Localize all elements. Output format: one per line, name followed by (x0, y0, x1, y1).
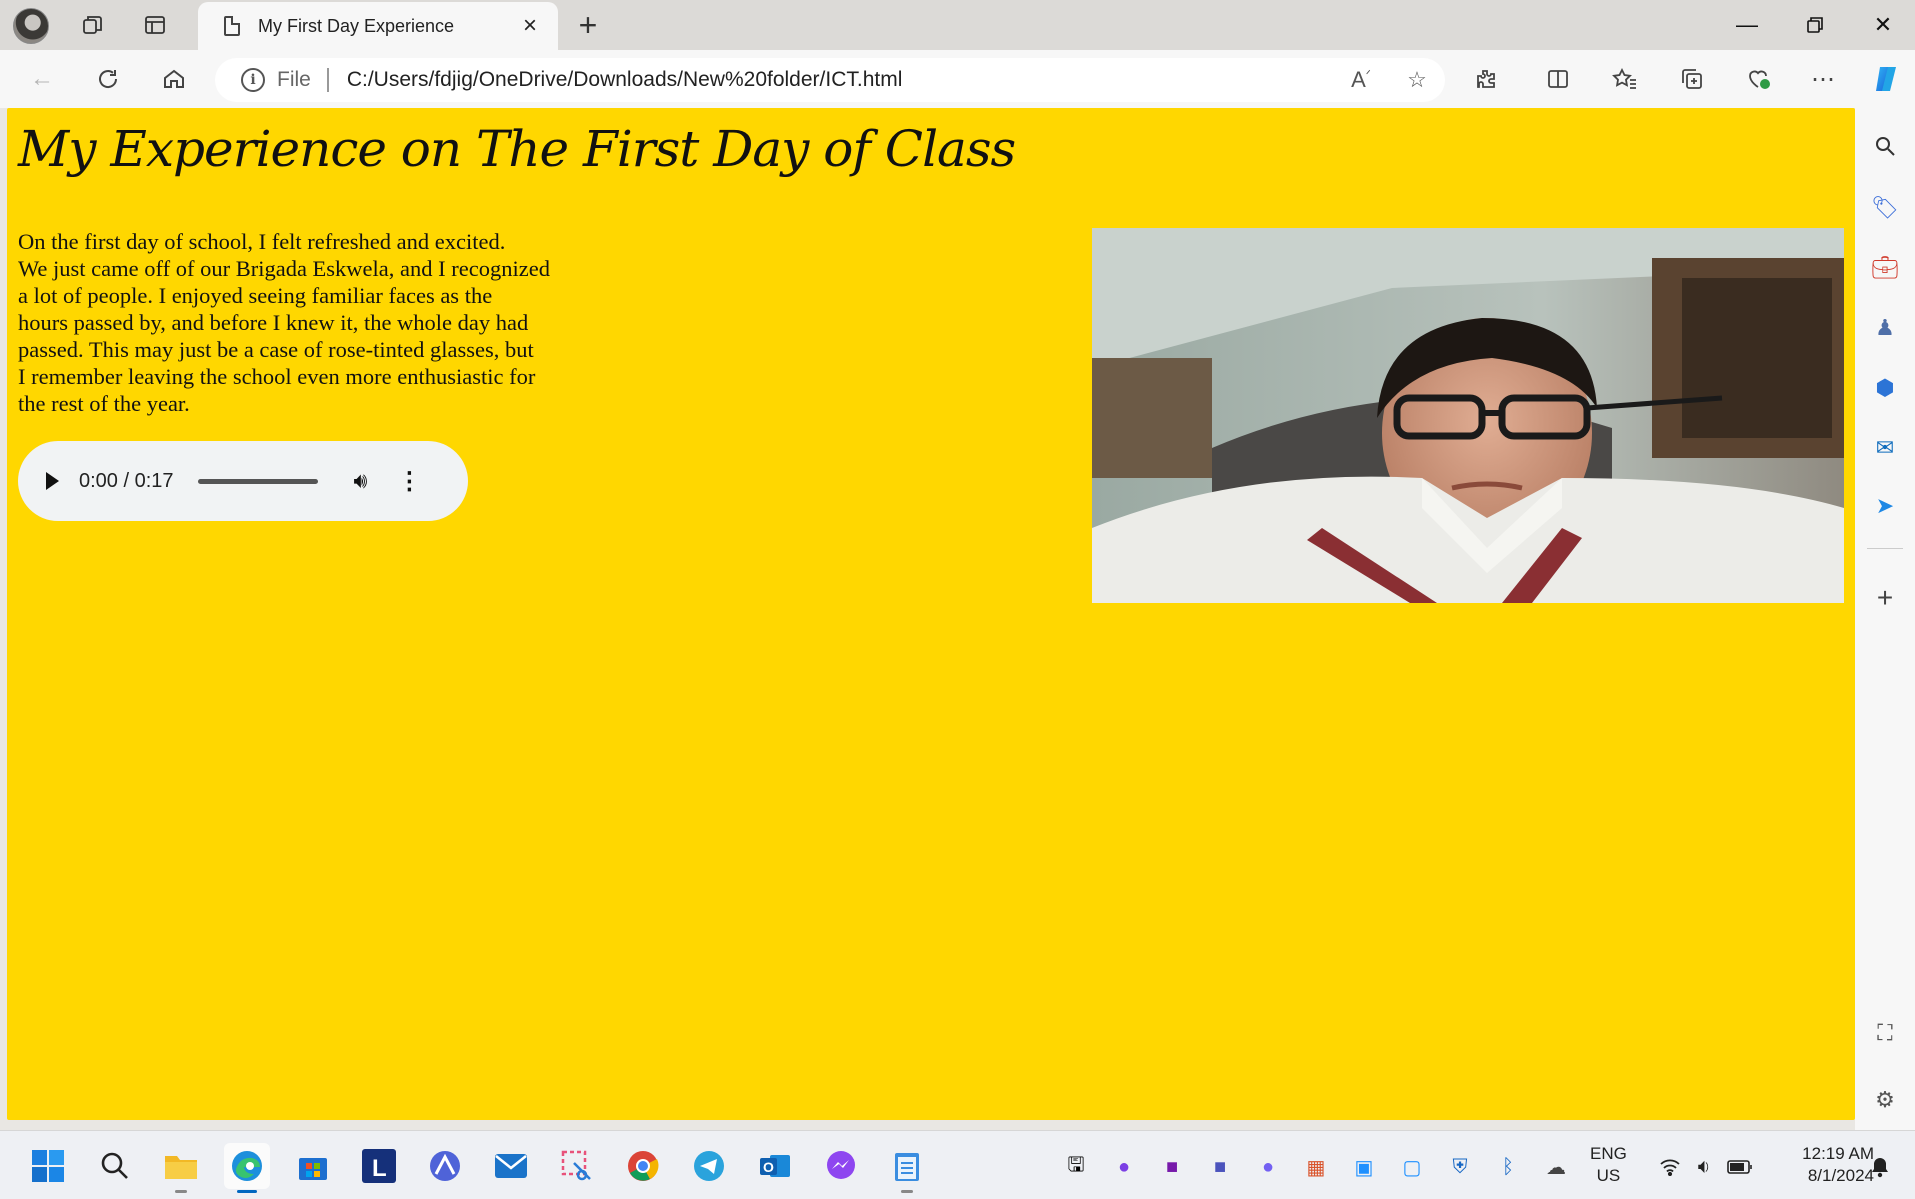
l-app-icon[interactable]: L (356, 1143, 402, 1189)
address-separator (326, 68, 329, 92)
extensions-icon[interactable] (1466, 59, 1506, 99)
tab-active[interactable]: My First Day Experience × (198, 2, 558, 50)
notification-bell-icon[interactable] (1866, 1153, 1894, 1181)
arc-app-icon[interactable] (422, 1143, 468, 1189)
back-button[interactable]: ← (22, 59, 62, 99)
svg-text:L: L (372, 1155, 387, 1182)
outlook-icon[interactable]: ✉ (1865, 428, 1905, 468)
address-url[interactable]: C:/Users/fdjig/OneDrive/Downloads/New%20… (347, 68, 1333, 92)
games-icon[interactable]: ♟ (1865, 308, 1905, 348)
address-bar[interactable]: i File C:/Users/fdjig/OneDrive/Downloads… (215, 58, 1445, 102)
minimize-button[interactable]: — (1713, 0, 1781, 50)
add-sidebar-app-icon[interactable]: + (1865, 578, 1905, 618)
story-line: I remember leaving the school even more … (18, 364, 536, 389)
tools-briefcase-icon[interactable]: 💼︎ (1865, 248, 1905, 288)
snipping-tool-icon[interactable] (554, 1143, 600, 1189)
more-options-icon[interactable]: ⋯ (1803, 59, 1843, 99)
taskbar-search-icon[interactable] (92, 1143, 138, 1189)
close-tab-icon[interactable]: × (516, 12, 544, 40)
volume-icon[interactable]: 🔊︎ (354, 468, 368, 494)
browser-toolbar: ← i File C:/Users/fdjig/OneDrive/Downloa… (0, 50, 1915, 108)
screenshot-icon[interactable]: ⛶ (1865, 1013, 1905, 1053)
tray-onenote-icon[interactable]: ■ (1158, 1153, 1186, 1181)
tray-onedrive-icon[interactable]: ☁ (1542, 1153, 1570, 1181)
story-line: passed. This may just be a case of rose-… (18, 337, 534, 362)
telegram-icon[interactable] (686, 1143, 732, 1189)
file-explorer-icon[interactable] (158, 1143, 204, 1193)
favorite-star-icon[interactable]: ☆ (1389, 67, 1445, 93)
audio-menu-icon[interactable]: ⋮ (397, 467, 421, 496)
story-line: a lot of people. I enjoyed seeing famili… (18, 283, 493, 308)
sidebar-settings-icon[interactable]: ⚙ (1865, 1080, 1905, 1120)
start-menu-icon[interactable] (25, 1143, 71, 1189)
story-line: We just came off of our Brigada Eskwela,… (18, 256, 550, 281)
new-tab-button[interactable]: + (568, 6, 608, 44)
tray-sync-icon[interactable]: ▣ (1350, 1153, 1378, 1181)
web-page: My Experience on The First Day of Class … (7, 108, 1855, 1120)
restore-button[interactable] (1781, 0, 1849, 50)
search-icon[interactable] (1865, 126, 1905, 166)
battery-icon[interactable] (1726, 1153, 1754, 1181)
story-line: hours passed by, and before I knew it, t… (18, 310, 529, 335)
audio-progress-slider[interactable] (197, 478, 318, 484)
mail-icon[interactable] (488, 1143, 534, 1189)
messenger-icon[interactable] (818, 1143, 864, 1189)
audio-time: 0:00 / 0:17 (79, 469, 174, 492)
home-button[interactable] (154, 59, 194, 99)
tray-display-icon[interactable]: ▢ (1398, 1153, 1426, 1181)
wifi-icon[interactable] (1656, 1153, 1684, 1181)
clock-date: 8/1/2024 (1807, 1166, 1874, 1185)
region-code: US (1596, 1166, 1621, 1185)
edge-sidebar: 🏷︎ 💼︎ ♟ ⬢ ✉ ➤ + ⛶ ⚙ (1855, 108, 1915, 1130)
sidebar-divider (1867, 548, 1903, 549)
tray-viber-icon[interactable]: ● (1254, 1153, 1282, 1181)
play-icon[interactable] (46, 472, 59, 490)
tray-app-icon[interactable]: ▦ (1302, 1153, 1330, 1181)
tab-title: My First Day Experience (258, 15, 455, 36)
favorites-icon[interactable] (1605, 59, 1645, 99)
story-line: On the first day of school, I felt refre… (18, 229, 506, 254)
tray-teams-icon[interactable]: ■ (1206, 1153, 1234, 1181)
browser-essentials-icon[interactable] (1739, 59, 1779, 99)
read-aloud-icon[interactable]: Aᐟ (1333, 67, 1389, 93)
shopping-tag-icon[interactable]: 🏷︎ (1865, 188, 1905, 228)
close-window-button[interactable]: ✕ (1849, 0, 1915, 50)
language-code: ENG (1590, 1144, 1627, 1163)
page-heading: My Experience on The First Day of Class (18, 120, 1016, 178)
svg-text:O: O (763, 1159, 774, 1175)
page-icon (224, 16, 240, 36)
windows-taskbar: L O 🖫︎ ● ■ ■ ● ▦ ▣ ▢ ⛨ ᛒ ☁ ENG US 🔉︎ 12:… (0, 1130, 1915, 1199)
system-clock[interactable]: 12:19 AM 8/1/2024 (1774, 1143, 1874, 1187)
notepad-icon[interactable] (884, 1143, 930, 1193)
workspaces-icon[interactable] (72, 6, 114, 44)
drop-send-icon[interactable]: ➤ (1865, 486, 1905, 526)
address-scheme: File (277, 68, 311, 91)
clock-time: 12:19 AM (1802, 1144, 1874, 1163)
tray-security-icon[interactable]: ⛨ (1446, 1153, 1474, 1181)
story-paragraph: On the first day of school, I felt refre… (18, 228, 608, 417)
input-language[interactable]: ENG US (1590, 1143, 1627, 1187)
vertical-tabs-icon[interactable] (134, 6, 176, 44)
tab-strip: My First Day Experience × + — ✕ (0, 0, 1915, 50)
story-line: the rest of the year. (18, 391, 190, 416)
collections-icon[interactable] (1672, 59, 1712, 99)
chrome-icon[interactable] (620, 1143, 666, 1189)
volume-tray-icon[interactable]: 🔉︎ (1690, 1153, 1718, 1181)
tray-usb-icon[interactable]: 🖫︎ (1062, 1153, 1090, 1181)
microsoft-365-icon[interactable]: ⬢ (1865, 368, 1905, 408)
split-screen-icon[interactable] (1538, 59, 1578, 99)
refresh-button[interactable] (88, 59, 128, 99)
tray-bluetooth-icon[interactable]: ᛒ (1494, 1153, 1522, 1181)
edge-browser-icon[interactable] (224, 1143, 270, 1193)
student-photo (1092, 228, 1844, 603)
outlook-taskbar-icon[interactable]: O (752, 1143, 798, 1189)
microsoft-store-icon[interactable] (290, 1143, 336, 1189)
copilot-icon[interactable] (1866, 59, 1906, 99)
audio-player[interactable]: 0:00 / 0:17 🔊︎ ⋮ (18, 441, 468, 521)
info-icon[interactable]: i (241, 68, 265, 92)
tray-messenger-icon[interactable]: ● (1110, 1153, 1138, 1181)
profile-avatar[interactable] (13, 8, 49, 44)
